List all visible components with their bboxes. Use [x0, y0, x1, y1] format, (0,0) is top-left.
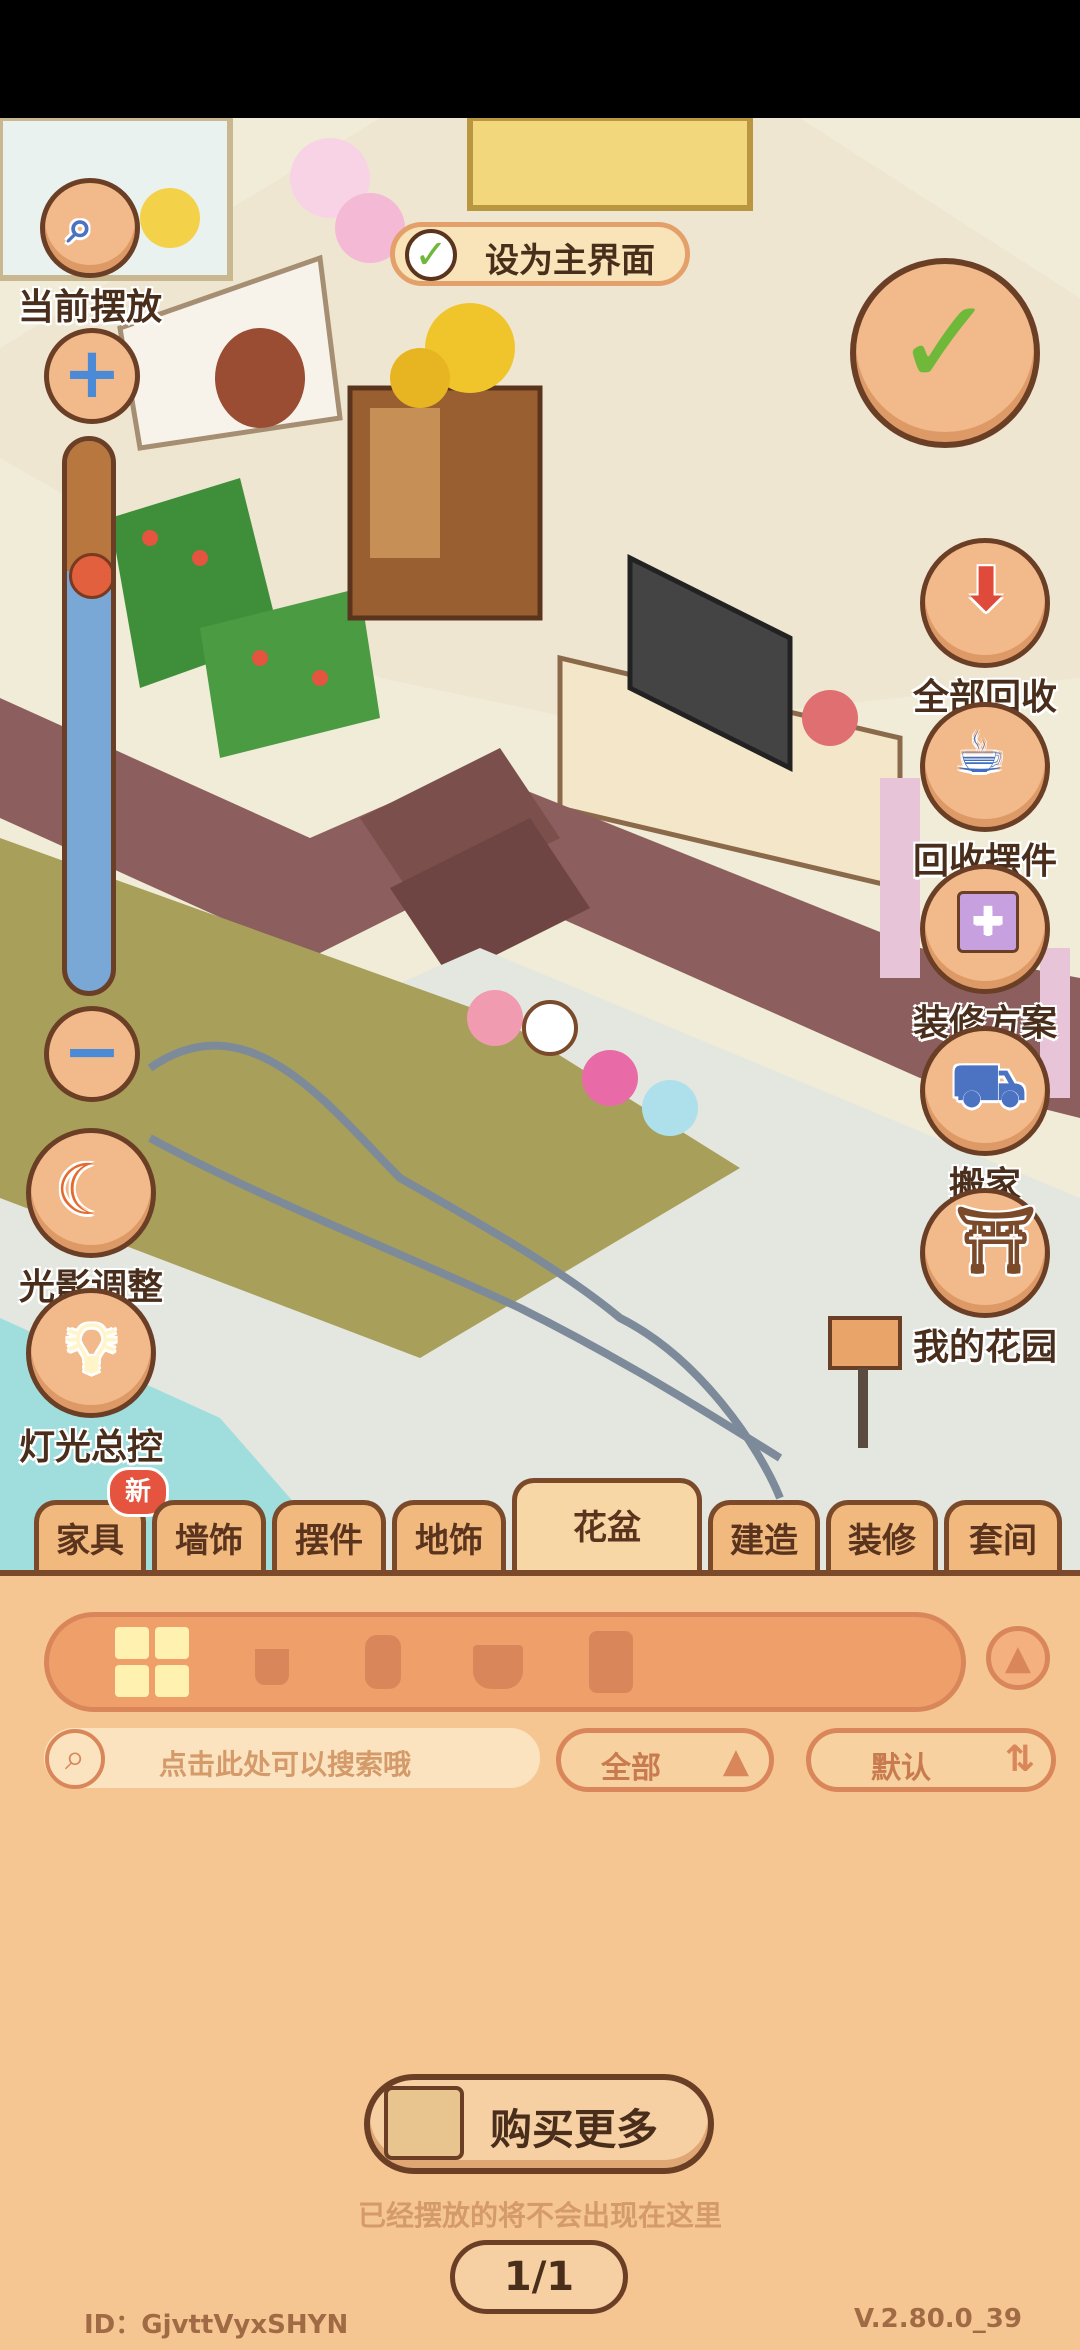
tab-furniture-label: 家具 — [56, 1521, 124, 1561]
tab-renovate-label: 装修 — [848, 1521, 916, 1561]
tab-wall-decor[interactable]: 墙饰 — [152, 1500, 266, 1572]
tab-flowerpot-label: 花盆 — [573, 1508, 641, 1548]
inventory-panel: ▲ ⌕ 点击此处可以搜索哦 全部 ▲ 默认 ⇅ 购买更多 已经摆放的将不会出现在… — [0, 1570, 1080, 2350]
recycle-items-button[interactable]: ☕︎ 回收摆件 — [900, 702, 1070, 884]
set-main-screen-button[interactable]: ✓ 设为主界面 — [390, 222, 690, 286]
design-plan-button[interactable]: + 装修方案 — [900, 864, 1070, 1046]
current-place-button[interactable]: ⌕ 当前摆放 — [10, 178, 170, 330]
search-placeholder: 点击此处可以搜索哦 — [159, 1748, 412, 1781]
tab-suite-label: 套间 — [969, 1521, 1037, 1561]
plus-icon: + — [62, 332, 122, 414]
triangle-up-icon: ▲ — [722, 1741, 749, 1781]
sort-label: 默认 — [871, 1751, 931, 1786]
room-scene[interactable]: ✓ 设为主界面 ✓ ⌕ 当前摆放 + − ☾ 光影调整 💡︎ 灯光总控 ⬇ — [0, 118, 1080, 1578]
page-indicator: 1/1 — [450, 2240, 628, 2314]
zoom-out-button[interactable]: − — [44, 1006, 140, 1102]
my-garden-label: 我的花园 — [912, 1327, 1057, 1368]
tab-build[interactable]: 建造 — [708, 1500, 820, 1572]
tab-floor-decor-label: 地饰 — [415, 1521, 483, 1561]
wide-pot-icon[interactable] — [473, 1645, 523, 1689]
magnifier-box-icon: ⌕ — [40, 178, 140, 278]
tab-wall-decor-label: 墙饰 — [175, 1521, 243, 1561]
user-id: ID：GjvttVyxSHYN — [84, 2310, 349, 2340]
plan-card-icon: + — [920, 864, 1050, 994]
lights-control-button[interactable]: 💡︎ 灯光总控 — [6, 1288, 176, 1470]
status-bar — [0, 0, 1080, 118]
tab-floor-decor[interactable]: 地饰 — [392, 1500, 506, 1572]
page-indicator-label: 1/1 — [503, 2254, 575, 2300]
confirm-button[interactable]: ✓ — [850, 258, 1040, 448]
sort-arrows-icon: ⇅ — [1004, 1739, 1035, 1780]
triangle-up-icon: ▲ — [1004, 1638, 1032, 1678]
lightbulb-icon: 💡︎ — [26, 1288, 156, 1418]
my-garden-button[interactable]: ⛩ 我的花园 — [900, 1188, 1070, 1370]
current-place-label: 当前摆放 — [17, 287, 162, 328]
truck-icon: ⛟ — [920, 1026, 1050, 1156]
garden-arch-icon: ⛩ — [920, 1188, 1050, 1318]
tab-furniture[interactable]: 家具 新 — [34, 1467, 169, 1572]
subcategory-bar — [44, 1612, 966, 1712]
small-pot-icon[interactable] — [255, 1649, 289, 1685]
zoom-in-button[interactable]: + — [44, 328, 140, 424]
cup-box-icon: ☕︎ — [920, 702, 1050, 832]
version-label: V.2.80.0_39 — [854, 2304, 1022, 2334]
sort-dropdown[interactable]: 默认 ⇅ — [806, 1728, 1056, 1792]
tall-pot-icon[interactable] — [365, 1635, 401, 1689]
zoom-slider-handle[interactable] — [69, 553, 111, 599]
sun-moon-icon: ☾ — [26, 1128, 156, 1258]
tab-build-label: 建造 — [730, 1521, 798, 1561]
set-main-screen-label: 设为主界面 — [485, 241, 655, 281]
cylinder-pot-icon[interactable] — [589, 1631, 633, 1693]
lights-control-label: 灯光总控 — [18, 1427, 163, 1468]
open-box-icon — [384, 2086, 464, 2160]
check-icon: ✓ — [405, 229, 457, 281]
checkmark-icon: ✓ — [894, 274, 996, 413]
buy-more-label: 购买更多 — [490, 2105, 659, 2154]
collapse-up-button[interactable]: ▲ — [986, 1626, 1050, 1690]
move-house-button[interactable]: ⛟ 搬家 — [900, 1026, 1070, 1208]
box-download-icon: ⬇ — [920, 538, 1050, 668]
placed-items-hint: 已经摆放的将不会出现在这里 — [357, 2199, 722, 2232]
recycle-all-button[interactable]: ⬇ 全部回收 — [900, 538, 1070, 720]
tab-ornaments-label: 摆件 — [295, 1521, 363, 1561]
minus-icon: − — [62, 1010, 122, 1092]
category-filter-dropdown[interactable]: 全部 ▲ — [556, 1728, 774, 1792]
tab-ornaments[interactable]: 摆件 — [272, 1500, 386, 1572]
light-shadow-button[interactable]: ☾ 光影调整 — [6, 1128, 176, 1310]
zoom-slider-fill — [67, 441, 111, 571]
category-filter-label: 全部 — [601, 1751, 661, 1786]
search-icon: ⌕ — [45, 1729, 105, 1789]
zoom-slider[interactable] — [62, 436, 116, 996]
buy-more-button[interactable]: 购买更多 — [364, 2074, 714, 2174]
tab-renovate[interactable]: 装修 — [826, 1500, 938, 1572]
grid-all-icon[interactable] — [115, 1627, 193, 1699]
search-input[interactable]: ⌕ 点击此处可以搜索哦 — [44, 1728, 540, 1789]
tab-suite[interactable]: 套间 — [944, 1500, 1062, 1572]
